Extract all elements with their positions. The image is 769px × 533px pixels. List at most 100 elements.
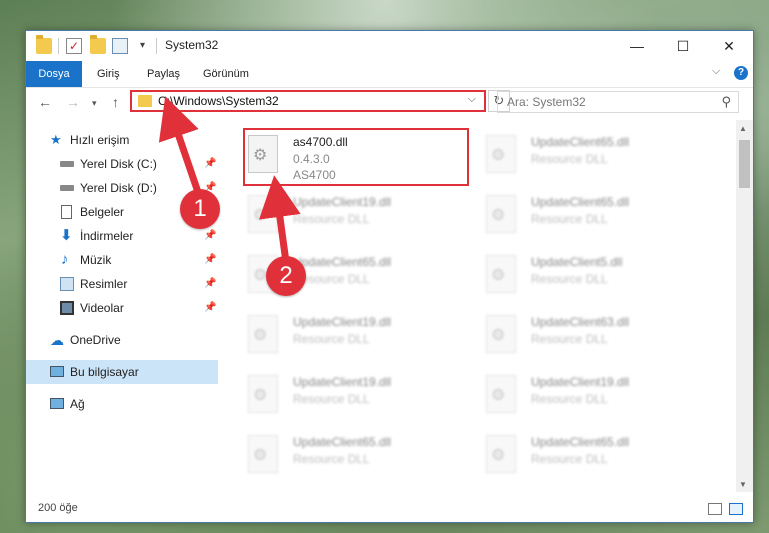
sidebar-item-videos[interactable]: Videolar 📌	[26, 296, 218, 320]
maximize-button[interactable]: ☐	[660, 31, 706, 61]
scroll-up-icon[interactable]: ▲	[739, 124, 747, 133]
sidebar-item-label: Müzik	[80, 253, 112, 267]
status-bar: 200 öğe	[26, 497, 753, 521]
file-highlight-box	[243, 128, 469, 186]
sidebar-item-label: Resimler	[80, 277, 128, 291]
file-item[interactable]: UpdateClient65.dll Resource DLL	[456, 129, 686, 181]
pin-icon[interactable]: 📌	[204, 272, 216, 296]
dll-file-icon	[486, 315, 516, 353]
file-item[interactable]: UpdateClient19.dll Resource DLL	[218, 189, 448, 241]
videos-icon	[60, 301, 74, 315]
sidebar-item-quick-access[interactable]: ★ Hızlı erişim	[26, 128, 218, 152]
file-item[interactable]: UpdateClient65.dll Resource DLL	[218, 249, 448, 301]
help-icon[interactable]: ?	[734, 66, 748, 80]
back-arrow-icon[interactable]: ←	[38, 94, 52, 110]
file-item[interactable]: UpdateClient19.dll Resource DLL	[218, 369, 448, 421]
sidebar-item-label: Bu bilgisayar	[70, 365, 139, 379]
pin-icon[interactable]: 📌	[204, 248, 216, 272]
sidebar-item-music[interactable]: ♪ Müzik 📌	[26, 248, 218, 272]
navigation-pane: ★ Hızlı erişim Yerel Disk (C:) 📌 Yerel D…	[26, 126, 218, 491]
file-name: UpdateClient19.dll	[531, 375, 630, 389]
file-type: Resource DLL	[531, 152, 608, 166]
scroll-down-icon[interactable]: ▼	[739, 480, 747, 489]
minimize-button[interactable]: —	[614, 31, 660, 61]
tab-file[interactable]: Dosya	[26, 61, 82, 87]
file-item[interactable]: UpdateClient19.dll Resource DLL	[456, 369, 686, 421]
explorer-window: ✓ ▾ System32 — ☐ ✕ Dosya Giriş Paylaş Gö…	[25, 30, 754, 523]
dll-file-icon	[486, 195, 516, 233]
file-name: UpdateClient65.dll	[531, 195, 630, 209]
file-name: UpdateClient65.dll	[531, 435, 630, 449]
address-bar[interactable]: C:\Windows\System32 ⌵	[130, 90, 486, 112]
address-path[interactable]: C:\Windows\System32	[158, 94, 279, 108]
details-view-icon[interactable]	[708, 503, 722, 515]
file-type: Resource DLL	[293, 212, 370, 226]
sidebar-item-label: Yerel Disk (C:)	[80, 157, 157, 171]
sidebar-item-label: İndirmeler	[80, 229, 134, 243]
dll-file-icon	[486, 135, 516, 173]
drive-icon	[60, 185, 74, 191]
music-icon: ♪	[61, 251, 69, 268]
tab-home[interactable]: Giriş	[92, 65, 125, 83]
large-icons-view-icon[interactable]	[729, 503, 743, 515]
ribbon-expand-chevron-icon[interactable]: ⌵	[712, 65, 720, 78]
file-type: Resource DLL	[293, 452, 370, 466]
sidebar-item-pictures[interactable]: Resimler 📌	[26, 272, 218, 296]
file-name: UpdateClient19.dll	[293, 195, 392, 209]
file-item[interactable]: UpdateClient19.dll Resource DLL	[218, 309, 448, 361]
dll-file-icon	[248, 315, 278, 353]
search-placeholder[interactable]: Ara: System32	[507, 95, 586, 109]
sidebar-item-downloads[interactable]: ⬇ İndirmeler 📌	[26, 224, 218, 248]
dll-file-icon	[486, 375, 516, 413]
documents-icon	[61, 205, 72, 219]
file-type: Resource DLL	[293, 332, 370, 346]
sidebar-item-network[interactable]: Ağ	[26, 392, 218, 416]
sidebar-item-this-pc[interactable]: Bu bilgisayar	[26, 360, 218, 384]
tab-share[interactable]: Paylaş	[142, 65, 185, 83]
file-item[interactable]: UpdateClient65.dll Resource DLL	[218, 429, 448, 481]
pictures-icon	[60, 277, 74, 291]
sidebar-item-local-disk-c[interactable]: Yerel Disk (C:) 📌	[26, 152, 218, 176]
quick-access-customize-icon[interactable]	[112, 38, 128, 54]
sidebar-item-label: Yerel Disk (D:)	[80, 181, 157, 195]
dll-file-icon	[248, 375, 278, 413]
vertical-scrollbar[interactable]: ▲ ▼	[736, 120, 753, 492]
address-dropdown-icon[interactable]: ⌵	[468, 93, 476, 106]
file-name: UpdateClient65.dll	[531, 135, 630, 149]
title-bar: ✓ ▾ System32 — ☐ ✕	[26, 31, 753, 61]
sidebar-item-label: OneDrive	[70, 333, 121, 347]
file-type: Resource DLL	[531, 452, 608, 466]
recent-locations-chevron-icon[interactable]: ▾	[92, 98, 97, 109]
sidebar-item-onedrive[interactable]: ☁ OneDrive	[26, 328, 218, 352]
file-type: Resource DLL	[531, 272, 608, 286]
drive-icon	[60, 161, 74, 167]
properties-check-icon[interactable]: ✓	[66, 38, 82, 54]
up-arrow-icon[interactable]: ↑	[112, 94, 119, 110]
cloud-icon: ☁	[50, 332, 64, 348]
pin-icon[interactable]: 📌	[204, 152, 216, 176]
navigation-bar: ← → ▾ ↑ C:\Windows\System32 ⌵ ↻ Ara: Sys…	[26, 88, 753, 118]
file-item[interactable]: UpdateClient65.dll Resource DLL	[456, 429, 686, 481]
file-name: UpdateClient19.dll	[293, 315, 392, 329]
forward-arrow-icon[interactable]: →	[66, 94, 80, 110]
title-separator	[156, 38, 157, 54]
search-icon[interactable]: ⚲	[721, 94, 731, 110]
sidebar-item-label: Hızlı erişim	[70, 133, 130, 147]
file-item[interactable]: UpdateClient5.dll Resource DLL	[456, 249, 686, 301]
toolbar-separator	[58, 38, 59, 54]
tab-view[interactable]: Görünüm	[198, 65, 254, 83]
scrollbar-thumb[interactable]	[739, 140, 750, 188]
window-title: System32	[165, 38, 219, 52]
network-icon	[50, 398, 64, 409]
file-type: Resource DLL	[293, 392, 370, 406]
dll-file-icon	[248, 435, 278, 473]
star-icon: ★	[50, 132, 62, 147]
file-item[interactable]: UpdateClient65.dll Resource DLL	[456, 189, 686, 241]
sidebar-item-label: Ağ	[70, 397, 85, 411]
search-box[interactable]: Ara: System32 ⚲	[497, 91, 739, 113]
file-item[interactable]: UpdateClient63.dll Resource DLL	[456, 309, 686, 361]
quick-access-dropdown-icon[interactable]: ▾	[140, 38, 156, 54]
pin-icon[interactable]: 📌	[204, 296, 216, 320]
close-button[interactable]: ✕	[706, 31, 752, 61]
new-folder-icon[interactable]	[90, 35, 106, 54]
